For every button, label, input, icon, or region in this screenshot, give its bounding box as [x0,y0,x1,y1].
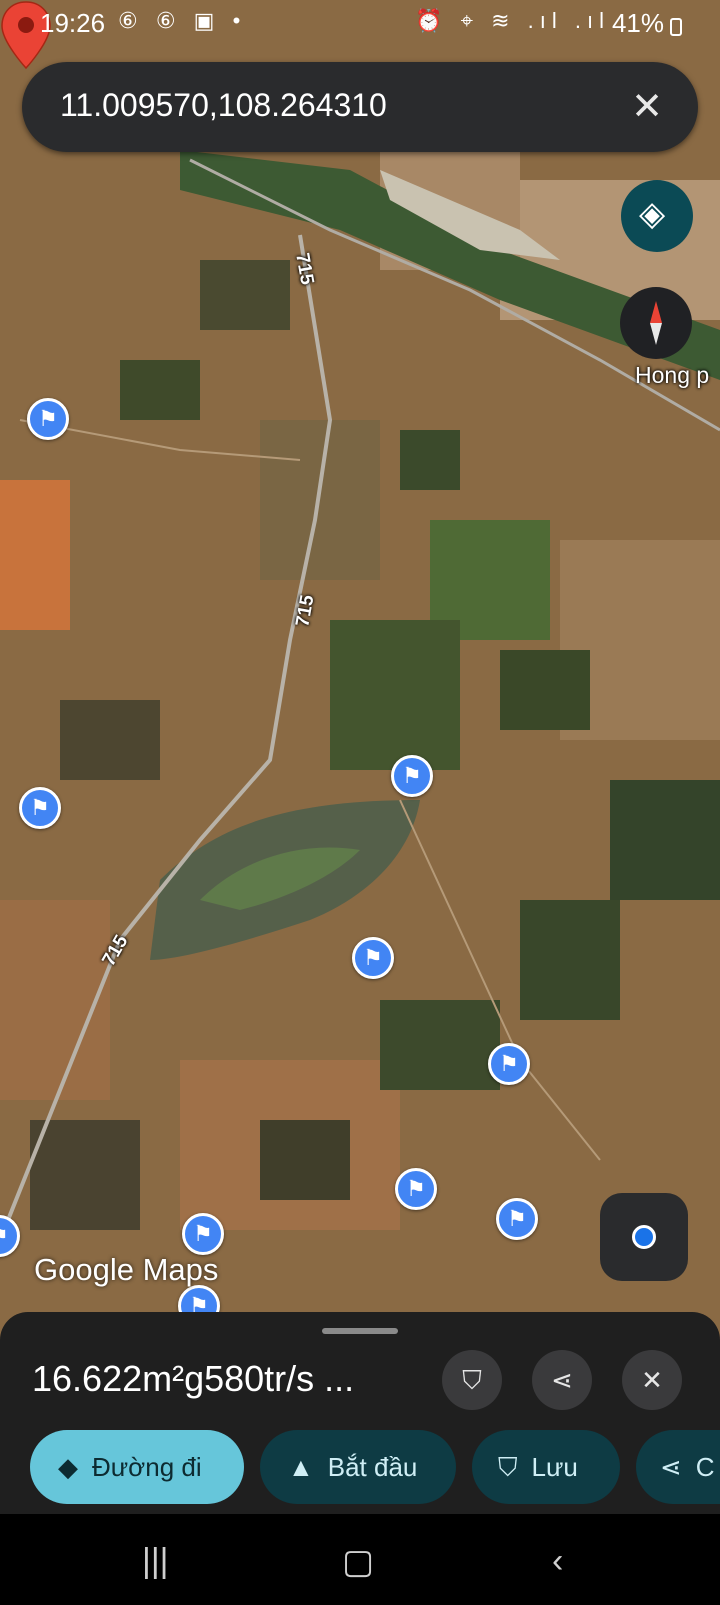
compass-button[interactable] [620,287,692,359]
flag-pin-icon[interactable]: ⚑ [27,398,69,440]
search-bar[interactable]: 11.009570,108.264310 ✕ [22,62,698,152]
my-location-icon [632,1225,656,1249]
status-bar: 19:26 ⑥ ⑥ ▣ • ⏰ ⌖ ≋ .ıl .ıl 41% [0,0,720,48]
flag-pin-icon[interactable]: ⚑ [19,787,61,829]
share-icon: ⋖ [660,1452,682,1482]
navigation-arrow-icon: ▲ [288,1452,314,1482]
flag-pin-icon[interactable]: ⚑ [395,1168,437,1210]
system-icons: ⏰ ⌖ ≋ .ıl .ıl [415,8,610,33]
close-icon: ✕ [641,1365,663,1395]
share-icon-button[interactable]: ⋖ [532,1350,592,1410]
layers-button[interactable]: ◈ [621,180,693,252]
share-icon: ⋖ [551,1365,573,1395]
save-label: Lưu [531,1452,578,1482]
flag-pin-icon[interactable]: ⚑ [391,755,433,797]
flag-pin-icon[interactable]: ⚑ [352,937,394,979]
compass-icon [650,301,662,345]
flag-pin-icon[interactable]: ⚑ [182,1213,224,1255]
directions-label: Đường đi [92,1452,202,1482]
home-icon[interactable]: ▢ [342,1542,374,1582]
save-icon-button[interactable]: ⛉ [442,1350,502,1410]
flag-pin-icon[interactable]: ⚑ [496,1198,538,1240]
my-location-button[interactable] [600,1193,688,1281]
recent-apps-icon[interactable]: ||| [142,1542,169,1581]
directions-icon: ◆ [58,1452,78,1482]
share-label: C [695,1452,715,1482]
layers-icon: ◈ [639,195,666,233]
satellite-imagery [0,0,720,1340]
notification-icons: ⑥ ⑥ ▣ • [118,8,247,33]
drag-handle[interactable] [322,1328,398,1334]
battery-percent: 41% [611,8,664,38]
search-query[interactable]: 11.009570,108.264310 [60,87,387,124]
start-label: Bắt đầu [327,1452,418,1482]
satellite-map[interactable]: 715 715 715 ⚑ ⚑ ⚑ ⚑ ⚑ ⚑ ⚑ ⚑ ⚑ ⚑ Hong p G… [0,0,720,1340]
save-button[interactable]: ⛉ Lưu [472,1430,620,1504]
close-sheet-button[interactable]: ✕ [622,1350,682,1410]
flag-pin-icon[interactable]: ⚑ [488,1043,530,1085]
bookmark-icon: ⛉ [462,1365,482,1395]
place-title: 16.622m²g580tr/s ... [32,1358,355,1399]
share-button[interactable]: ⋖ C [636,1430,720,1504]
place-bottom-sheet[interactable]: 16.622m²g580tr/s ... ⛉ ⋖ ✕ ◆ Đường đi ▲ Bắ… [0,1312,720,1514]
back-icon[interactable]: ‹ [552,1542,563,1581]
status-time: 19:26 [40,8,106,38]
battery-icon [670,18,682,36]
close-icon[interactable]: ✕ [624,84,670,130]
bookmark-icon: ⛉ [498,1452,518,1482]
directions-button[interactable]: ◆ Đường đi [30,1430,244,1504]
google-maps-logo: Google Maps [34,1252,219,1287]
place-label: Hong p [635,362,710,388]
start-button[interactable]: ▲ Bắt đầu [260,1430,456,1504]
system-nav-bar: ||| ▢ ‹ [0,1514,720,1605]
